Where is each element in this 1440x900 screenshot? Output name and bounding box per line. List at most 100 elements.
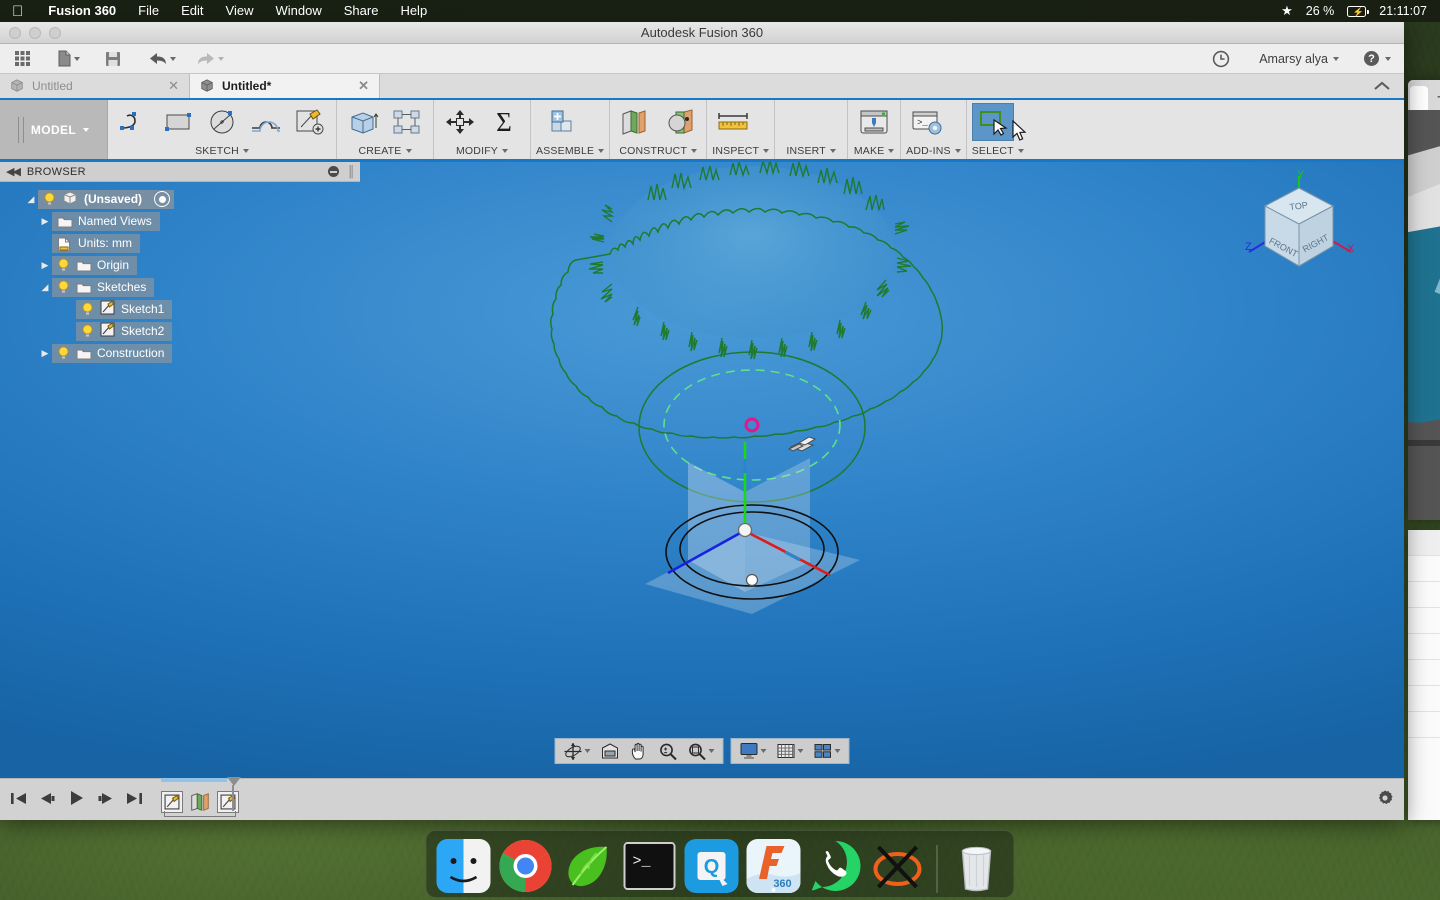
ribbon-group-label-addins[interactable]: ADD-INS xyxy=(906,145,961,157)
quiver-icon[interactable]: Q xyxy=(684,839,739,893)
tree-node-pill[interactable]: Sketch2 xyxy=(76,321,173,341)
visibility-eye-icon[interactable] xyxy=(154,191,171,207)
user-account-menu[interactable]: Amarsy alya xyxy=(1259,52,1339,66)
window-title-bar[interactable]: Autodesk Fusion 360 xyxy=(0,22,1404,44)
tree-node-pill[interactable]: Units: mm xyxy=(52,233,140,253)
rectangle-icon[interactable] xyxy=(157,103,199,141)
view-cube[interactable]: Y Z X TOP FRONT RIGHT xyxy=(1239,169,1359,285)
ribbon-group-label-construct[interactable]: CONSTRUCT xyxy=(615,145,701,157)
orbit-icon[interactable] xyxy=(562,742,593,761)
visibility-bulb-icon[interactable] xyxy=(43,192,56,206)
timeline-node-sketch1[interactable] xyxy=(161,790,183,813)
timeline-node-construction-plane[interactable] xyxy=(189,791,211,813)
go-to-beginning-icon[interactable] xyxy=(10,791,27,809)
timeline-playhead-marker[interactable] xyxy=(227,776,241,786)
sum-icon[interactable]: Σ xyxy=(483,103,525,141)
menu-item-help[interactable]: Help xyxy=(389,0,438,22)
tree-node-pill[interactable]: Sketches xyxy=(52,277,155,297)
chevron-down-icon[interactable] xyxy=(598,149,605,153)
chevron-down-icon[interactable] xyxy=(502,149,509,153)
help-icon[interactable]: ? xyxy=(1361,47,1394,71)
axis-plane-icon[interactable] xyxy=(659,103,701,141)
menu-item-file[interactable]: File xyxy=(127,0,170,22)
timeline-node-sketch2[interactable] xyxy=(217,790,239,813)
visibility-bulb-icon[interactable] xyxy=(81,302,94,316)
undo-icon[interactable] xyxy=(145,47,179,71)
background-spreadsheet-window[interactable] xyxy=(1408,530,1440,820)
tree-node-pill[interactable]: Construction xyxy=(52,343,173,363)
battery-charging-icon[interactable]: ⚡ xyxy=(1347,5,1369,17)
redo-icon[interactable] xyxy=(193,47,227,71)
3d-print-icon[interactable] xyxy=(853,103,895,141)
save-icon[interactable] xyxy=(101,47,125,71)
collapse-ribbon-chevron-icon[interactable] xyxy=(1360,74,1404,98)
chevron-down-icon[interactable] xyxy=(584,749,591,753)
minimize-button[interactable] xyxy=(29,26,41,39)
ribbon-group-label-insert[interactable]: INSERT xyxy=(780,145,842,157)
menu-item-share[interactable]: Share xyxy=(333,0,390,22)
chevron-down-icon[interactable] xyxy=(834,749,841,753)
chevron-down-icon[interactable] xyxy=(83,127,90,132)
zoom-window-icon[interactable] xyxy=(686,742,717,761)
tree-node-construction[interactable]: ▶ Construction xyxy=(0,342,360,364)
tree-node-origin[interactable]: ▶ Origin xyxy=(0,254,360,276)
chevron-down-icon[interactable] xyxy=(797,749,804,753)
step-forward-icon[interactable] xyxy=(97,791,114,809)
trash-icon[interactable] xyxy=(950,839,1004,893)
expand-arrow-icon[interactable]: ▶ xyxy=(38,348,52,359)
tree-node-pill[interactable]: (Unsaved) xyxy=(38,189,175,209)
chevron-down-icon[interactable] xyxy=(829,149,836,153)
tree-node-pill[interactable]: Named Views xyxy=(52,211,160,231)
menu-item-window[interactable]: Window xyxy=(264,0,332,22)
background-browser-window[interactable]: + xyxy=(1408,80,1440,520)
clock-history-icon[interactable] xyxy=(1209,47,1233,71)
create-sketch-icon[interactable] xyxy=(289,103,331,141)
fusion-360-icon[interactable]: 360 xyxy=(746,839,801,893)
ribbon-group-label-create[interactable]: CREATE xyxy=(342,145,428,157)
chevron-down-icon[interactable] xyxy=(708,749,715,753)
leaf-app-icon[interactable] xyxy=(561,839,615,893)
select-window-icon[interactable] xyxy=(971,103,1014,141)
chevron-down-icon[interactable] xyxy=(218,56,224,61)
chevron-down-icon[interactable] xyxy=(760,749,767,753)
chevron-down-icon[interactable] xyxy=(691,149,698,153)
chevron-down-icon[interactable] xyxy=(242,149,249,153)
pattern-icon[interactable] xyxy=(386,103,428,141)
google-chrome-icon[interactable] xyxy=(499,839,553,893)
visibility-bulb-icon[interactable] xyxy=(57,280,70,294)
sketch-center-point[interactable] xyxy=(745,573,759,587)
menu-item-edit[interactable]: Edit xyxy=(170,0,214,22)
new-component-icon[interactable] xyxy=(536,103,578,141)
tree-node-pill[interactable]: Sketch1 xyxy=(76,299,173,319)
tree-node-units[interactable]: Units: mm xyxy=(0,232,360,254)
scripts-addins-icon[interactable]: >_ xyxy=(906,103,948,141)
spline-icon[interactable] xyxy=(113,103,155,141)
offset-plane-icon[interactable] xyxy=(615,103,657,141)
origin-point[interactable] xyxy=(737,522,753,538)
fillet-icon[interactable] xyxy=(245,103,287,141)
measure-icon[interactable] xyxy=(712,103,754,141)
chevron-down-icon[interactable] xyxy=(170,56,176,61)
workspace-selector[interactable]: MODEL xyxy=(0,100,108,159)
chevron-down-icon[interactable] xyxy=(763,149,770,153)
grid-snap-icon[interactable] xyxy=(775,742,806,760)
tree-node-pill[interactable]: Origin xyxy=(52,255,138,275)
tree-node-unsaved[interactable]: ◢ (Unsaved) xyxy=(0,188,360,210)
extrude-icon[interactable] xyxy=(342,103,384,141)
display-settings-icon[interactable] xyxy=(738,742,769,760)
close-tab-icon[interactable]: ✕ xyxy=(358,78,369,94)
menu-bar-clock[interactable]: 21:11:07 xyxy=(1379,4,1427,18)
visibility-bulb-icon[interactable] xyxy=(81,324,94,338)
expand-arrow-icon[interactable]: ◢ xyxy=(38,282,52,293)
star-icon[interactable]: ★ xyxy=(1281,3,1293,19)
step-back-icon[interactable] xyxy=(39,791,56,809)
document-tab-untitled-modified[interactable]: Untitled* ✕ xyxy=(190,74,380,98)
zoom-icon[interactable] xyxy=(657,742,680,761)
move-icon[interactable] xyxy=(439,103,481,141)
timeline-progress-bar[interactable] xyxy=(161,777,227,782)
circle-icon[interactable] xyxy=(201,103,243,141)
expand-arrow-icon[interactable]: ▶ xyxy=(38,260,52,271)
chevron-down-icon[interactable] xyxy=(1017,149,1024,153)
background-window-tab[interactable] xyxy=(1410,86,1428,110)
minimize-panel-icon[interactable] xyxy=(328,166,340,177)
